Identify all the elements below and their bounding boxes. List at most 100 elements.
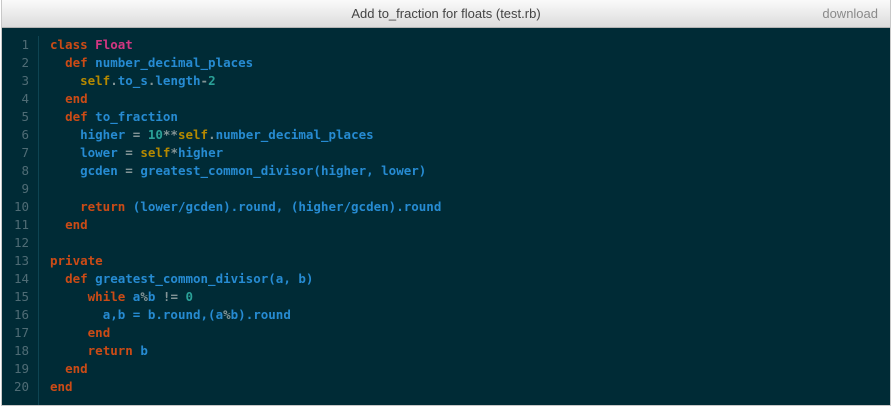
line-number: 5	[21, 109, 29, 124]
line-number: 17	[13, 325, 29, 340]
code-token: .	[110, 73, 118, 88]
line-number: 20	[13, 379, 29, 394]
line-number-gutter: 1 2 3 4 5 6 7 8 9 10 11 12 13 14 15 16 17 18 19 20	[2, 36, 39, 405]
code-token: self	[80, 73, 111, 88]
code-token: 0	[185, 289, 194, 304]
code-token: number_decimal_places	[215, 127, 374, 142]
line-number: 16	[13, 307, 29, 322]
code-token: (lower/gcden).round, (higher/gcden).roun…	[125, 199, 442, 214]
code-token: **	[162, 127, 178, 142]
line-number: 14	[13, 271, 29, 286]
code-token: self	[177, 127, 209, 142]
code-token: (a, b)	[268, 271, 314, 286]
code-line: end	[50, 216, 890, 234]
line-number: 2	[21, 55, 29, 70]
code-token: b	[132, 343, 148, 358]
code-token: return	[80, 199, 126, 214]
code-token: %	[140, 289, 148, 304]
code-token: def	[65, 271, 88, 286]
file-title: Add to_fraction for floats (test.rb)	[351, 6, 541, 21]
code-token: =	[117, 145, 141, 160]
gist-window: Add to_fraction for floats (test.rb) dow…	[1, 0, 891, 406]
code-token: end	[65, 217, 88, 232]
code-line: end	[50, 360, 890, 378]
code-token: end	[65, 91, 88, 106]
download-link[interactable]: download	[822, 0, 878, 27]
code-token: a,b = b.round,(a	[102, 307, 224, 322]
code-token: end	[50, 379, 73, 394]
code-line: gcden = greatest_common_divisor(higher, …	[50, 162, 890, 180]
code-token: number_decimal_places	[95, 55, 254, 70]
code-token: while	[87, 289, 126, 304]
code-line: lower = self*higher	[50, 144, 890, 162]
code-line: private	[50, 252, 890, 270]
code-token: class	[50, 37, 88, 52]
line-number: 18	[13, 343, 29, 358]
code-line: def to_fraction	[50, 108, 890, 126]
code-line: end	[50, 378, 890, 396]
line-number: 8	[21, 163, 29, 178]
line-number: 4	[21, 91, 29, 106]
code-token: end	[87, 325, 111, 340]
line-number: 12	[13, 235, 29, 250]
code-body[interactable]: class Float def number_decimal_places se…	[39, 36, 890, 405]
line-number: 9	[21, 181, 29, 196]
code-token: to_s	[117, 73, 148, 88]
line-number: 6	[21, 127, 29, 142]
code-line: end	[50, 90, 890, 108]
code-line: end	[50, 324, 890, 342]
code-token: -	[200, 73, 209, 88]
code-token: 2	[208, 73, 216, 88]
code-line: return (lower/gcden).round, (higher/gcde…	[50, 198, 890, 216]
line-number: 1	[21, 37, 29, 52]
code-token: length	[155, 73, 201, 88]
code-token: Float	[95, 37, 133, 52]
code-line: while a%b != 0	[50, 288, 890, 306]
code-token: *	[170, 145, 178, 160]
code-token: def	[65, 55, 88, 70]
code-token: higher	[177, 145, 224, 160]
code-token: to_fraction	[95, 109, 178, 124]
line-number: 19	[13, 361, 29, 376]
code-token: higher	[80, 127, 126, 142]
code-token: =	[125, 127, 148, 142]
code-token: greatest_common_divisor	[95, 271, 269, 286]
code-token: 10	[147, 127, 163, 142]
code-line: a,b = b.round,(a%b).round	[50, 306, 890, 324]
code-viewer: 1 2 3 4 5 6 7 8 9 10 11 12 13 14 15 16 17 18 19 20 class Fl…	[2, 28, 890, 405]
code-line: higher = 10**self.number_decimal_places	[50, 126, 890, 144]
code-line: class Float	[50, 36, 890, 54]
file-header: Add to_fraction for floats (test.rb) dow…	[2, 0, 890, 28]
line-number: 10	[13, 199, 29, 214]
code-token: gcden	[80, 163, 118, 178]
code-token: greatest_common_divisor(higher, lower)	[140, 163, 427, 178]
code-line: self.to_s.length-2	[50, 72, 890, 90]
line-number: 13	[13, 253, 29, 268]
code-token: .	[208, 127, 216, 142]
code-token: def	[65, 109, 88, 124]
code-token: self	[140, 145, 171, 160]
code-token: lower	[80, 145, 118, 160]
line-number: 11	[13, 217, 29, 232]
code-line: def greatest_common_divisor(a, b)	[50, 270, 890, 288]
code-line: def number_decimal_places	[50, 54, 890, 72]
code-token: return	[87, 343, 133, 358]
code-token: %	[223, 307, 231, 322]
code-line: return b	[50, 342, 890, 360]
code-token: end	[65, 361, 88, 376]
